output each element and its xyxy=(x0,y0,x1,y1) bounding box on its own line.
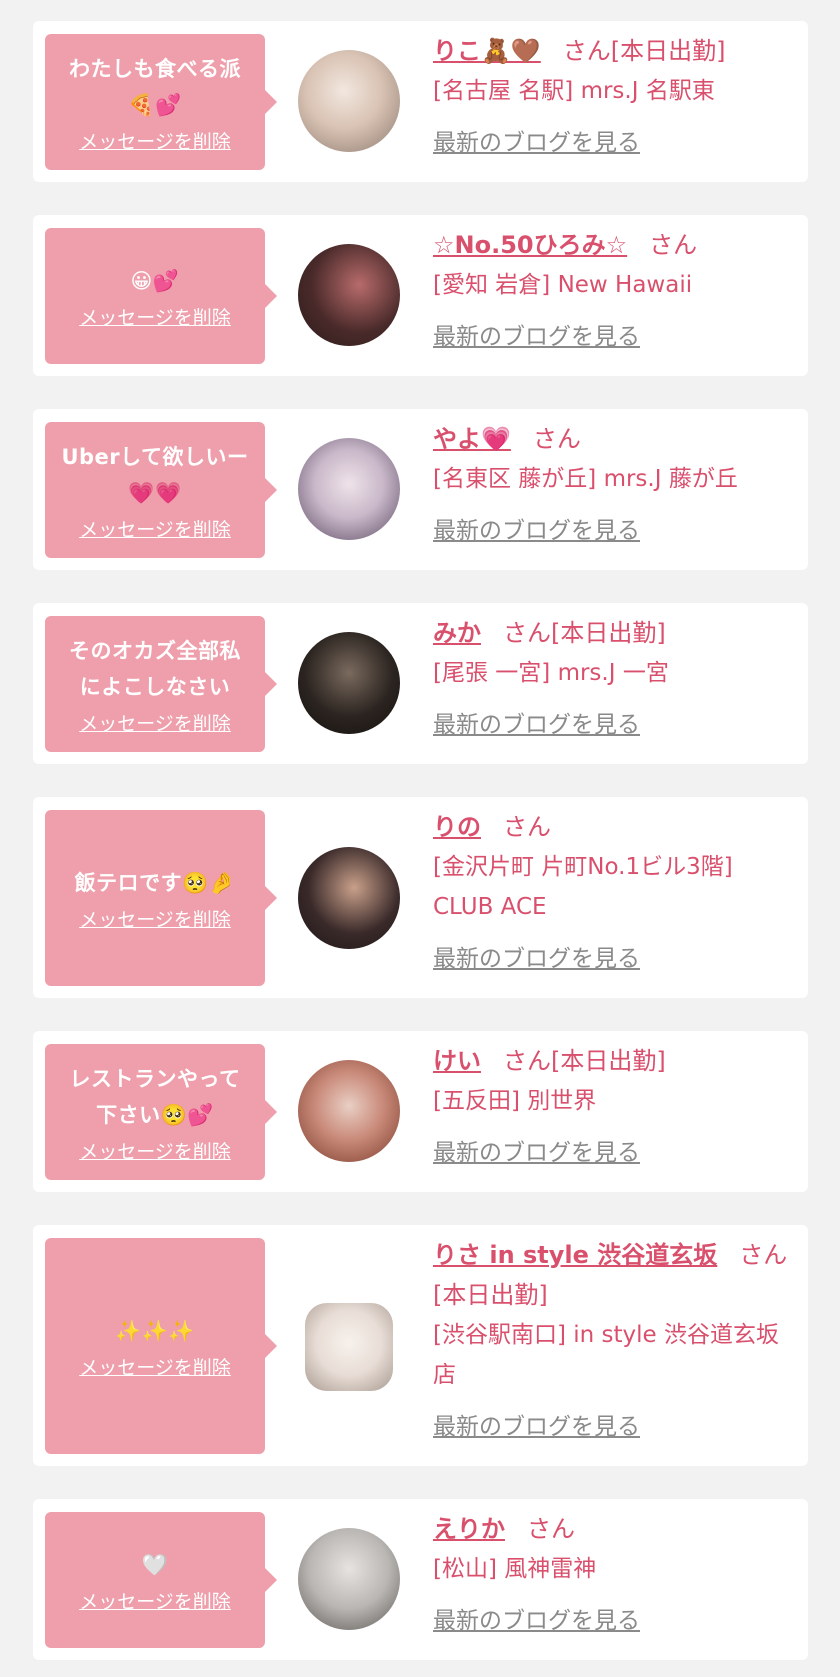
latest-blog-link[interactable]: 最新のブログを見る xyxy=(433,939,640,973)
list-item: レストランやって 下さい🥺💕 メッセージを削除 けい さん[本日出勤] [五反田]… xyxy=(33,1031,808,1192)
delete-message-link[interactable]: メッセージを削除 xyxy=(79,1137,231,1164)
avatar[interactable] xyxy=(305,1303,393,1391)
delete-message-link[interactable]: メッセージを削除 xyxy=(79,1353,231,1380)
message-text: 🤍 xyxy=(141,1552,169,1577)
avatar[interactable] xyxy=(298,1528,400,1630)
message-list: わたしも食べる派 🍕💕 メッセージを削除 りこ🧸🤎 さん[本日出勤] [名古屋 名… xyxy=(0,0,840,1677)
avatar[interactable] xyxy=(298,244,400,346)
latest-blog-link[interactable]: 最新のブログを見る xyxy=(433,705,640,739)
list-item: 🤍 メッセージを削除 えりか さん [松山] 風神雷神 最新のブログを見る xyxy=(33,1499,808,1660)
delete-message-link[interactable]: メッセージを削除 xyxy=(79,709,231,736)
message-text: わたしも食べる派 🍕💕 xyxy=(69,56,241,117)
honorific: さん xyxy=(739,1241,788,1269)
shop-location: [五反田] 別世界 xyxy=(433,1088,597,1114)
shop-location: [金沢片町 片町No.1ビル3階] CLUB ACE xyxy=(433,854,733,920)
message-bubble: Uberして欲しいー 💗💗 メッセージを削除 xyxy=(45,422,277,558)
message-bubble: 飯テロです🥺🤌 メッセージを削除 xyxy=(45,810,277,986)
message-bubble: ✨✨✨ メッセージを削除 xyxy=(45,1238,277,1454)
profile-name-link[interactable]: りこ🧸🤎 xyxy=(433,37,541,65)
list-item: わたしも食べる派 🍕💕 メッセージを削除 りこ🧸🤎 さん[本日出勤] [名古屋 名… xyxy=(33,21,808,182)
delete-message-link[interactable]: メッセージを削除 xyxy=(79,1587,231,1614)
latest-blog-link[interactable]: 最新のブログを見る xyxy=(433,511,640,545)
latest-blog-link[interactable]: 最新のブログを見る xyxy=(433,123,640,157)
status-text: [本日出勤] xyxy=(610,37,726,65)
honorific: さん xyxy=(649,231,698,259)
profile-name-link[interactable]: えりか xyxy=(433,1515,505,1543)
honorific: さん xyxy=(532,425,581,453)
honorific: さん xyxy=(562,37,611,65)
status-text: [本日出勤] xyxy=(433,1281,548,1309)
delete-message-link[interactable]: メッセージを削除 xyxy=(79,515,231,542)
message-text: Uberして欲しいー 💗💗 xyxy=(61,444,249,505)
avatar[interactable] xyxy=(298,50,400,152)
list-item: Uberして欲しいー 💗💗 メッセージを削除 やよ💗 さん [名東区 藤が丘] m… xyxy=(33,409,808,570)
list-item: 😀💕 メッセージを削除 ☆No.50ひろみ☆ さん [愛知 岩倉] New Haw… xyxy=(33,215,808,376)
delete-message-link[interactable]: メッセージを削除 xyxy=(79,303,231,330)
profile-name-link[interactable]: けい xyxy=(433,1047,481,1075)
message-text: ✨✨✨ xyxy=(115,1318,195,1343)
profile-name-link[interactable]: やよ💗 xyxy=(433,425,511,453)
message-bubble: レストランやって 下さい🥺💕 メッセージを削除 xyxy=(45,1044,277,1180)
shop-location: [松山] 風神雷神 xyxy=(433,1556,597,1582)
message-text: レストランやって 下さい🥺💕 xyxy=(69,1066,241,1127)
honorific: さん xyxy=(503,1047,551,1075)
message-text: 飯テロです🥺🤌 xyxy=(74,870,236,895)
latest-blog-link[interactable]: 最新のブログを見る xyxy=(433,1601,640,1635)
shop-location: [名東区 藤が丘] mrs.J 藤が丘 xyxy=(433,466,738,492)
message-bubble: 😀💕 メッセージを削除 xyxy=(45,228,277,364)
profile-name-link[interactable]: みか xyxy=(433,619,481,647)
avatar[interactable] xyxy=(298,438,400,540)
message-text: 😀💕 xyxy=(130,268,180,293)
shop-location: [名古屋 名駅] mrs.J 名駅東 xyxy=(433,78,715,104)
shop-location: [尾張 一宮] mrs.J 一宮 xyxy=(433,660,669,686)
message-bubble: 🤍 メッセージを削除 xyxy=(45,1512,277,1648)
honorific: さん xyxy=(503,813,551,841)
profile-name-link[interactable]: りの xyxy=(433,813,481,841)
message-text: そのオカズ全部私 によこしなさい xyxy=(69,638,241,699)
latest-blog-link[interactable]: 最新のブログを見る xyxy=(433,317,640,351)
delete-message-link[interactable]: メッセージを削除 xyxy=(79,905,231,932)
honorific: さん xyxy=(503,619,551,647)
profile-name-link[interactable]: ☆No.50ひろみ☆ xyxy=(433,231,627,259)
message-bubble: わたしも食べる派 🍕💕 メッセージを削除 xyxy=(45,34,277,170)
status-text: [本日出勤] xyxy=(551,619,666,647)
shop-location: [愛知 岩倉] New Hawaii xyxy=(433,272,693,298)
message-bubble: そのオカズ全部私 によこしなさい メッセージを削除 xyxy=(45,616,277,752)
status-text: [本日出勤] xyxy=(551,1047,666,1075)
list-item: ✨✨✨ メッセージを削除 りさ in style 渋谷道玄坂 さん [本日出勤] [… xyxy=(33,1225,808,1466)
honorific: さん xyxy=(527,1515,575,1543)
shop-location: [渋谷駅南口] in style 渋谷道玄坂店 xyxy=(433,1322,779,1388)
latest-blog-link[interactable]: 最新のブログを見る xyxy=(433,1133,640,1167)
avatar[interactable] xyxy=(298,847,400,949)
list-item: そのオカズ全部私 によこしなさい メッセージを削除 みか さん[本日出勤] [尾張… xyxy=(33,603,808,764)
profile-name-link[interactable]: りさ in style 渋谷道玄坂 xyxy=(433,1241,717,1269)
delete-message-link[interactable]: メッセージを削除 xyxy=(79,127,231,154)
avatar[interactable] xyxy=(298,632,400,734)
latest-blog-link[interactable]: 最新のブログを見る xyxy=(433,1407,640,1441)
avatar[interactable] xyxy=(298,1060,400,1162)
list-item: 飯テロです🥺🤌 メッセージを削除 りの さん [金沢片町 片町No.1ビル3階] … xyxy=(33,797,808,998)
